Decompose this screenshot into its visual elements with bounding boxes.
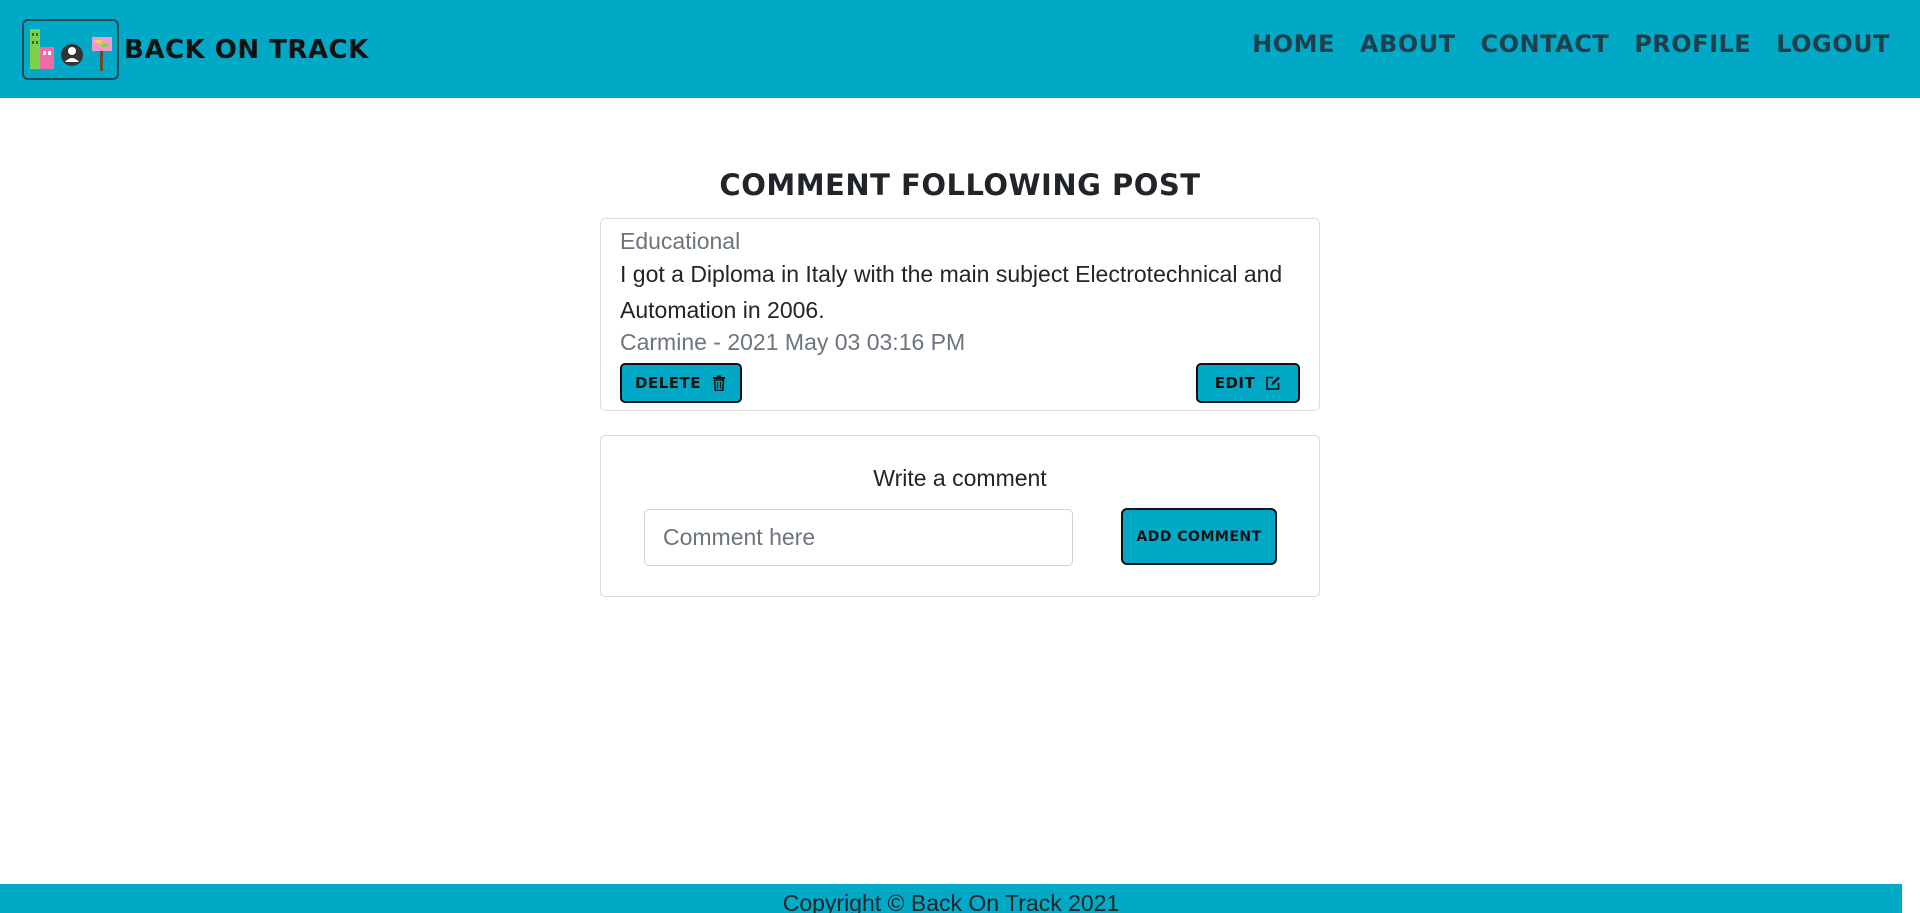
edit-label: EDIT [1214,374,1256,392]
nav-contact[interactable]: CONTACT [1481,30,1610,58]
brand-name: BACK ON TRACK [124,34,369,65]
top-navbar: BACK ON TRACK HOME ABOUT CONTACT PROFILE… [0,0,1920,98]
post-card: Educational I got a Diploma in Italy wit… [600,218,1320,411]
brand[interactable]: BACK ON TRACK [22,19,369,80]
post-body: I got a Diploma in Italy with the main s… [620,261,1283,323]
post-meta: Carmine - 2021 May 03 03:16 PM [620,329,966,355]
edit-button[interactable]: EDIT [1196,363,1300,403]
nav-about[interactable]: ABOUT [1360,30,1456,58]
main-nav: HOME ABOUT CONTACT PROFILE LOGOUT [1252,30,1890,58]
post-category: Educational [620,228,741,254]
edit-icon [1266,376,1281,390]
comment-input[interactable] [644,509,1073,566]
copyright-text: Copyright © Back On Track 2021 [782,890,1120,913]
footer: Copyright © Back On Track 2021 [0,884,1902,913]
nav-home[interactable]: HOME [1252,30,1335,58]
comment-form-card: Write a comment ADD COMMENT [600,435,1320,597]
page-title: COMMENT FOLLOWING POST [719,168,1201,202]
nav-profile[interactable]: PROFILE [1634,30,1751,58]
logo-graphic [30,29,112,71]
comment-heading: Write a comment [873,465,1047,491]
add-comment-button[interactable]: ADD COMMENT [1121,508,1277,565]
delete-button[interactable]: DELETE [620,363,742,403]
trash-icon [712,375,725,391]
delete-label: DELETE [635,374,701,392]
nav-logout[interactable]: LOGOUT [1776,30,1890,58]
back-on-track-logo [22,19,119,80]
